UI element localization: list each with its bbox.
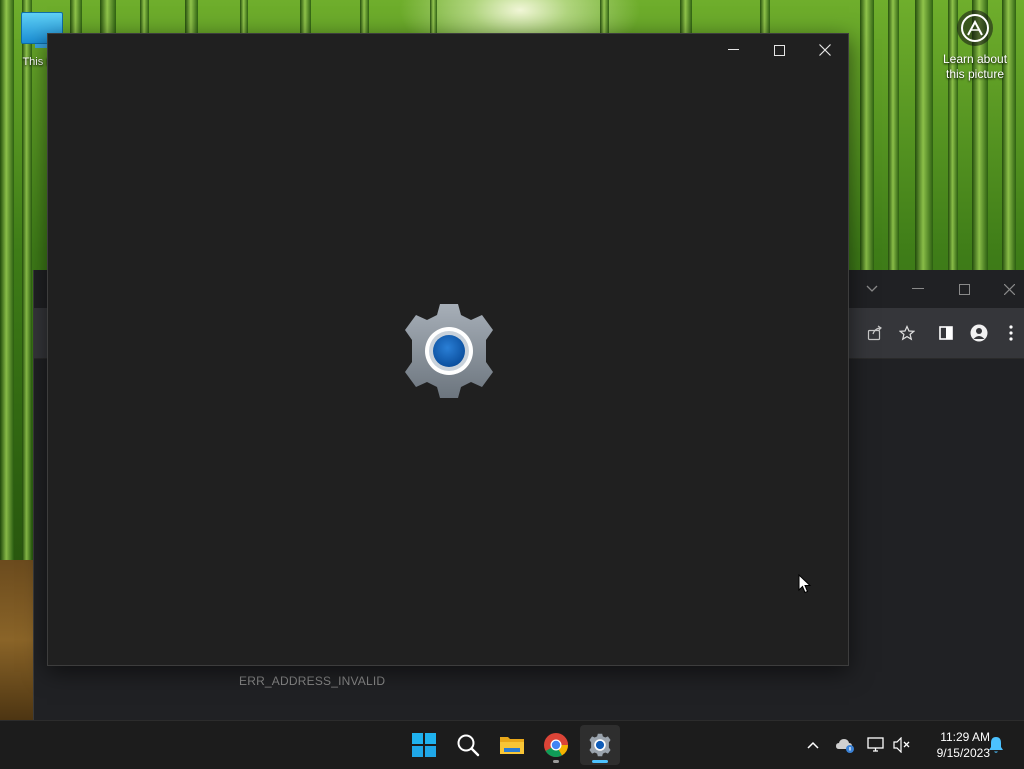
bookmark-star-icon[interactable] <box>897 323 917 343</box>
mouse-cursor-icon <box>798 574 812 594</box>
network-icon[interactable] <box>866 735 886 755</box>
taskbar: 11:29 AM 9/15/2023 <box>0 720 1024 769</box>
folder-icon <box>500 737 524 754</box>
browser-close-icon[interactable] <box>999 279 1019 299</box>
more-menu-icon[interactable] <box>1001 323 1021 343</box>
search-icon <box>457 734 480 757</box>
learn-about-picture[interactable]: Learn about this picture <box>936 10 1014 82</box>
clock[interactable]: 11:29 AM 9/15/2023 <box>918 729 990 761</box>
settings-gear-icon <box>405 304 493 398</box>
browser-maximize-icon[interactable] <box>954 279 974 299</box>
maximize-icon[interactable] <box>756 34 802 66</box>
settings-gear-icon <box>589 733 611 757</box>
camera-info-icon <box>957 10 993 46</box>
learn-label-line2: this picture <box>945 67 1005 81</box>
search-button[interactable] <box>448 725 488 765</box>
windows-logo-icon <box>412 733 436 757</box>
clock-date: 9/15/2023 <box>936 746 990 760</box>
chrome-icon <box>544 733 568 758</box>
file-explorer-button[interactable] <box>492 725 532 765</box>
start-button[interactable] <box>404 725 444 765</box>
settings-taskbar-button[interactable] <box>580 725 620 765</box>
tab-search-icon[interactable] <box>862 279 882 299</box>
close-icon[interactable] <box>802 34 848 66</box>
show-hidden-icons-chevron-icon[interactable] <box>803 735 823 755</box>
notification-bell-icon[interactable] <box>986 735 1006 755</box>
settings-window[interactable] <box>47 33 849 666</box>
side-panel-icon[interactable] <box>936 323 956 343</box>
error-code: ERR_ADDRESS_INVALID <box>239 674 386 688</box>
minimize-icon[interactable] <box>710 34 756 66</box>
clock-time: 11:29 AM <box>940 730 990 744</box>
share-icon[interactable] <box>865 323 885 343</box>
volume-muted-icon[interactable] <box>892 735 912 755</box>
browser-minimize-icon[interactable] <box>908 279 928 299</box>
profile-icon[interactable] <box>969 323 989 343</box>
chrome-button[interactable] <box>536 725 576 765</box>
onedrive-icon[interactable] <box>835 735 855 755</box>
learn-label-line1: Learn about <box>942 52 1008 66</box>
